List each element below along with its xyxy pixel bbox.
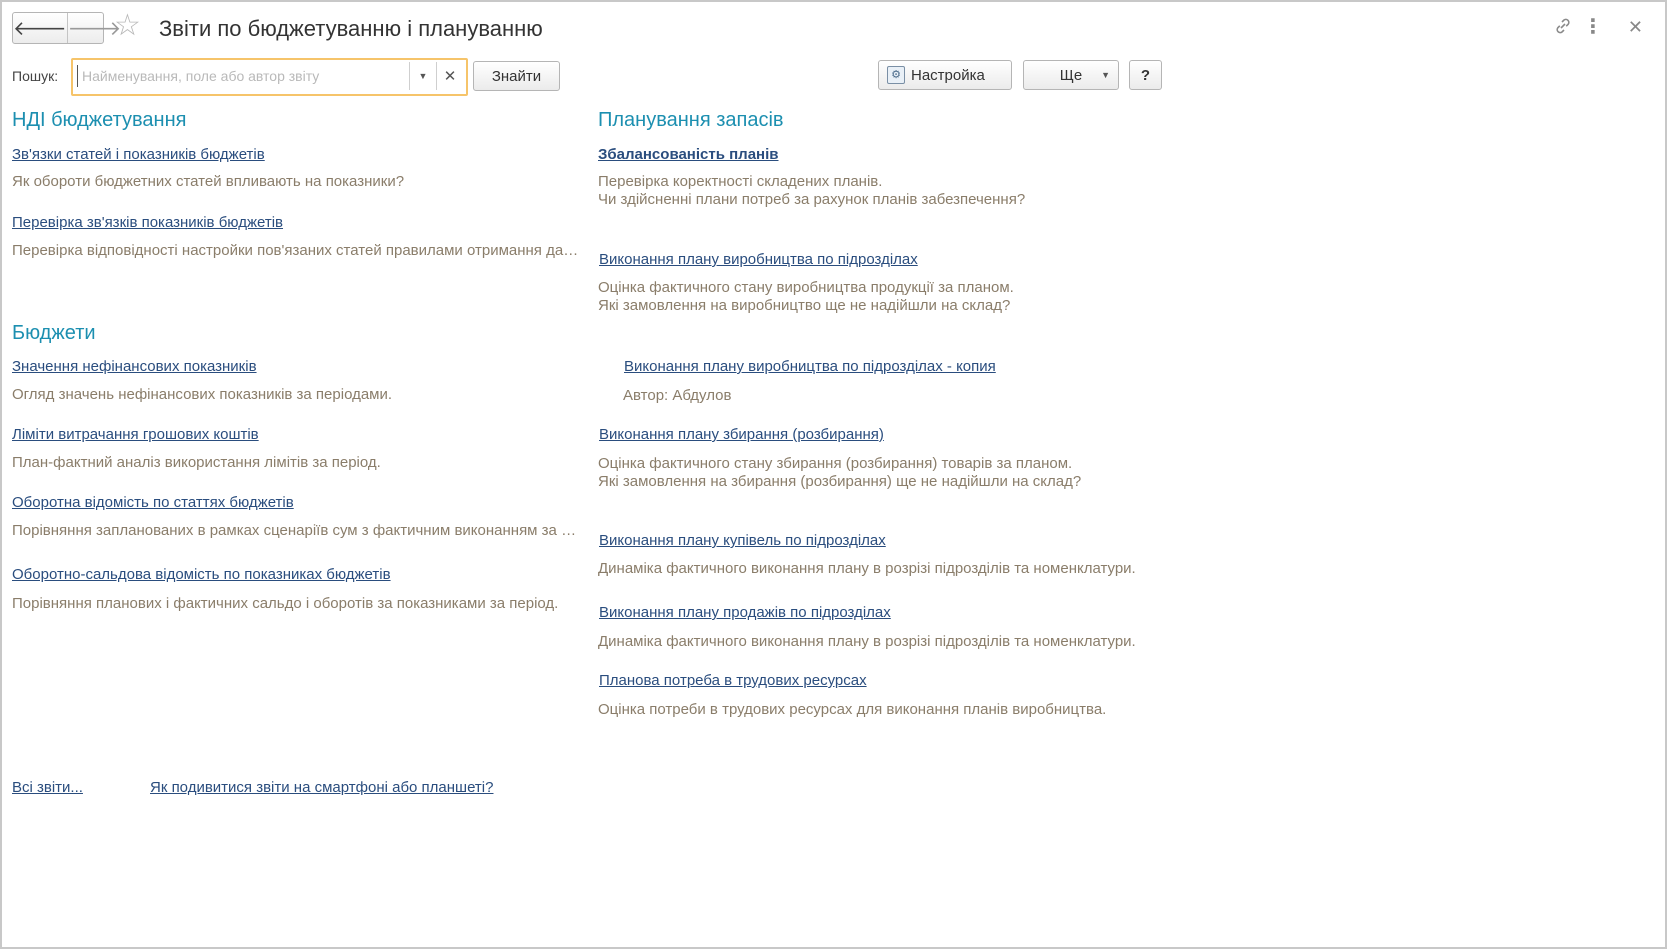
more-vertical-icon[interactable]: ⋮ bbox=[1583, 16, 1603, 38]
search-label: Пошук: bbox=[12, 68, 59, 84]
report-link[interactable]: Перевірка зв'язків показників бюджетів bbox=[12, 214, 283, 231]
mobile-help-link[interactable]: Як подивитися звіти на смартфоні або пла… bbox=[150, 779, 493, 796]
report-description: Оцінка фактичного стану збирання (розбир… bbox=[598, 455, 1073, 472]
chevron-down-icon: ▼ bbox=[1101, 70, 1110, 80]
report-description: План-фактний аналіз використання лімітів… bbox=[12, 454, 381, 471]
history-nav: 🡐 🡒 bbox=[12, 12, 121, 44]
help-button[interactable]: ? bbox=[1129, 60, 1162, 90]
report-panel-window: 🡐 🡒 ☆ Звіти по бюджетуванню і плануванню… bbox=[0, 0, 1667, 949]
report-link[interactable]: Ліміти витрачання грошових коштів bbox=[12, 426, 259, 443]
star-icon[interactable]: ☆ bbox=[114, 11, 141, 41]
all-reports-link[interactable]: Всі звіти... bbox=[12, 779, 83, 796]
report-description: Перевірка відповідності настройки пов'яз… bbox=[12, 242, 584, 259]
report-description: Огляд значень нефінансових показників за… bbox=[12, 386, 393, 403]
report-description: Динаміка фактичного виконання плану в ро… bbox=[598, 560, 1136, 577]
section-heading-inventory-planning: Планування запасів bbox=[598, 109, 784, 131]
report-description: Які замовлення на виробництво ще не наді… bbox=[598, 297, 1011, 314]
report-link[interactable]: Виконання плану купівель по підрозділах bbox=[599, 532, 886, 549]
section-heading-ndi: НДІ бюджетування bbox=[12, 109, 187, 131]
report-link[interactable]: Збалансованість планів bbox=[598, 146, 779, 163]
settings-button[interactable]: ⚙ Настройка bbox=[878, 60, 1012, 90]
search-clear-button[interactable]: ✕ bbox=[436, 62, 463, 90]
chevron-down-icon: ▼ bbox=[418, 71, 428, 81]
search-box: ▼ ✕ bbox=[71, 58, 468, 96]
report-description: Чи здійсненні плани потреб за рахунок пл… bbox=[598, 191, 1026, 208]
report-description: Як обороти бюджетних статей впливають на… bbox=[12, 173, 405, 190]
arrow-left-icon: 🡐 bbox=[13, 17, 67, 40]
search-input[interactable] bbox=[77, 65, 416, 87]
search-history-dropdown[interactable]: ▼ bbox=[409, 62, 436, 90]
settings-icon: ⚙ bbox=[887, 66, 905, 84]
back-button[interactable]: 🡐 bbox=[13, 13, 67, 43]
page-title: Звіти по бюджетуванню і плануванню bbox=[159, 16, 543, 41]
close-icon[interactable]: ✕ bbox=[1628, 16, 1643, 38]
link-icon[interactable] bbox=[1553, 16, 1573, 41]
clear-icon: ✕ bbox=[443, 68, 457, 85]
report-link[interactable]: Значення нефінансових показників bbox=[12, 358, 257, 375]
report-link[interactable]: Зв'язки статей і показників бюджетів bbox=[12, 146, 265, 163]
report-description: Оцінка фактичного стану виробництва прод… bbox=[598, 279, 1014, 296]
report-link[interactable]: Виконання плану виробництва по підрозділ… bbox=[599, 251, 918, 268]
report-link[interactable]: Планова потреба в трудових ресурсах bbox=[599, 672, 867, 689]
more-button[interactable]: Ще ▼ bbox=[1023, 60, 1119, 90]
report-link[interactable]: Оборотна відомість по статтях бюджетів bbox=[12, 494, 294, 511]
section-heading-budgets: Бюджети bbox=[12, 322, 96, 344]
report-link[interactable]: Оборотно-сальдова відомість по показника… bbox=[12, 566, 391, 583]
report-description: Порівняння планових і фактичних сальдо і… bbox=[12, 595, 559, 612]
report-author: Автор: Абдулов bbox=[623, 387, 732, 404]
report-description: Динаміка фактичного виконання плану в ро… bbox=[598, 633, 1136, 650]
report-link[interactable]: Виконання плану продажів по підрозділах bbox=[599, 604, 891, 621]
report-description: Порівняння запланованих в рамках сценарі… bbox=[12, 522, 584, 539]
report-link[interactable]: Виконання плану збирання (розбирання) bbox=[599, 426, 884, 443]
find-button[interactable]: Знайти bbox=[473, 61, 560, 91]
settings-label: Настройка bbox=[911, 66, 985, 84]
more-label: Ще bbox=[1059, 66, 1083, 84]
report-description: Перевірка коректності складених планів. bbox=[598, 173, 883, 190]
report-description: Оцінка потреби в трудових ресурсах для в… bbox=[598, 701, 1107, 718]
report-description: Які замовлення на збирання (розбирання) … bbox=[598, 473, 1082, 490]
report-link[interactable]: Виконання плану виробництва по підрозділ… bbox=[624, 358, 996, 375]
